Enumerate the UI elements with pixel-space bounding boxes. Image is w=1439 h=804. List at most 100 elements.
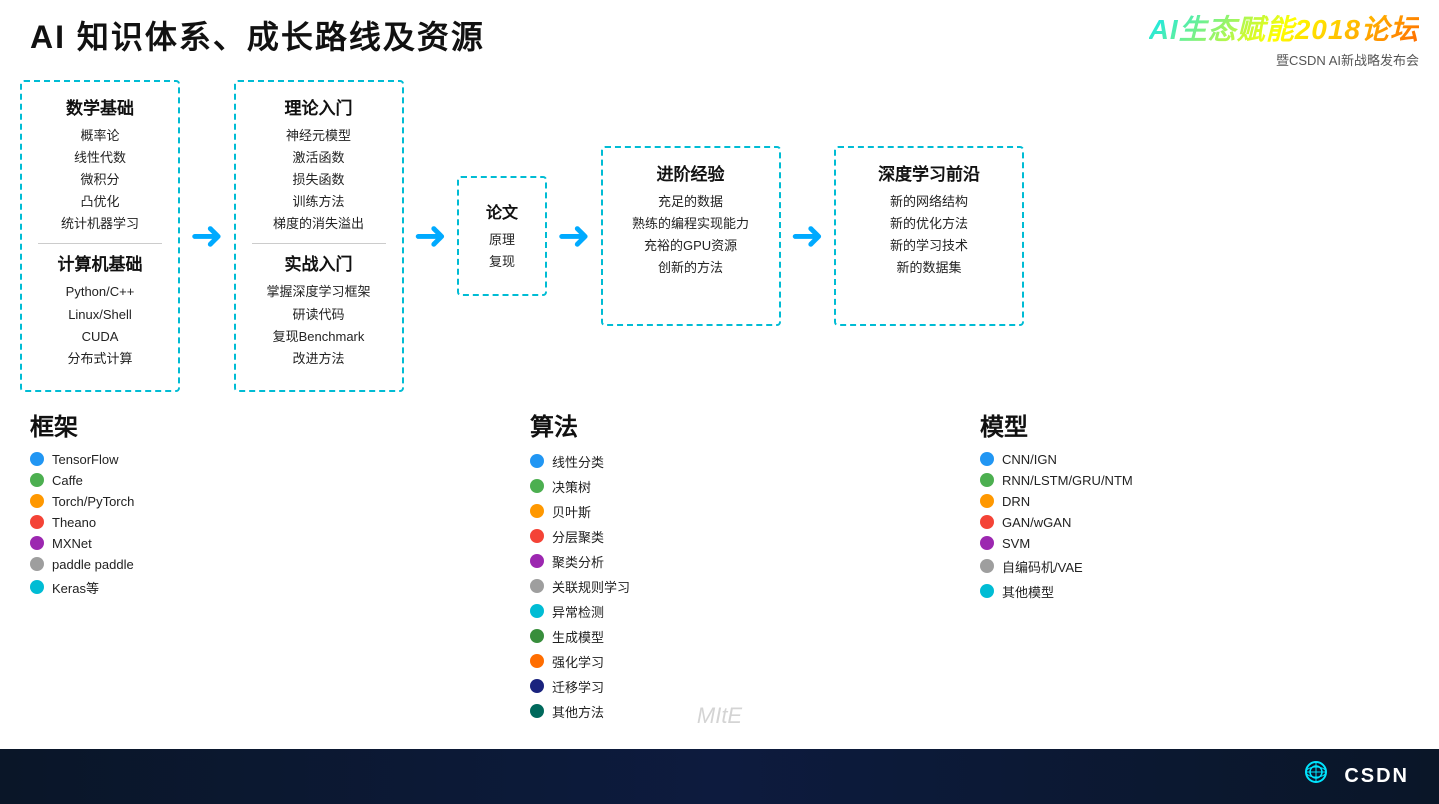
framework-dot (30, 557, 44, 571)
algorithm-dot (530, 704, 544, 718)
model-dot (980, 559, 994, 573)
algorithm-label: 贝叶斯 (552, 502, 591, 521)
arrow2: ➜ (414, 213, 448, 259)
algorithm-label: 其他方法 (552, 702, 604, 721)
brand-title: AI生态赋能2018论坛 (1149, 8, 1419, 48)
framework-column: 框架 TensorFlowCaffeTorch/PyTorchTheanoMXN… (20, 407, 320, 603)
framework-dot (30, 536, 44, 550)
box1-divider (38, 243, 162, 244)
algorithm-dot (530, 679, 544, 693)
brand-subtitle: 暨CSDN AI新战略发布会 (1149, 50, 1419, 69)
framework-item: MXNet (30, 536, 134, 551)
algorithm-item: 线性分类 (530, 452, 630, 471)
csdn-text: CSDN (1344, 765, 1409, 788)
framework-label: Caffe (52, 473, 83, 488)
model-dot (980, 536, 994, 550)
framework-label: Keras等 (52, 578, 99, 597)
model-item: 自编码机/VAE (980, 557, 1133, 576)
model-title: 模型 (980, 407, 1028, 442)
algorithm-item: 异常检测 (530, 602, 630, 621)
page-title: AI 知识体系、成长路线及资源 (30, 12, 485, 58)
theory-box: 理论入门 神经元模型 激活函数 损失函数 训练方法 梯度的消失溢出 实战入门 掌… (234, 80, 404, 392)
advanced-items: 充足的数据 熟练的编程实现能力 充裕的GPU资源 创新的方法 (619, 191, 763, 279)
algorithm-dot (530, 479, 544, 493)
algorithm-item: 关联规则学习 (530, 577, 630, 596)
algorithm-item: 迁移学习 (530, 677, 630, 696)
algorithm-item: 贝叶斯 (530, 502, 630, 521)
csdn-logo: CSDN (1296, 757, 1409, 797)
framework-dot (30, 494, 44, 508)
algorithm-dot (530, 654, 544, 668)
arrow4: ➜ (791, 213, 825, 259)
advanced-box: 进阶经验 充足的数据 熟练的编程实现能力 充裕的GPU资源 创新的方法 (601, 146, 781, 326)
algorithm-dot (530, 579, 544, 593)
arrow3: ➜ (557, 213, 591, 259)
theory-title: 理论入门 (252, 94, 386, 119)
model-label: 其他模型 (1002, 582, 1054, 601)
framework-dot (30, 473, 44, 487)
algorithm-label: 线性分类 (552, 452, 604, 471)
paper-title: 论文 (486, 199, 518, 223)
framework-item: Torch/PyTorch (30, 494, 134, 509)
math-title: 数学基础 (38, 94, 162, 119)
model-dot (980, 473, 994, 487)
model-column: 模型 CNN/IGNRNN/LSTM/GRU/NTMDRNGAN/wGANSVM… (970, 407, 1270, 607)
algorithm-item: 聚类分析 (530, 552, 630, 571)
framework-item: paddle paddle (30, 557, 134, 572)
framework-item: Theano (30, 515, 134, 530)
algorithm-item: 其他方法 (530, 702, 630, 721)
framework-label: Torch/PyTorch (52, 494, 134, 509)
algorithm-title: 算法 (530, 407, 578, 442)
brand-area: AI生态赋能2018论坛 暨CSDN AI新战略发布会 (1149, 8, 1419, 69)
model-dot (980, 494, 994, 508)
mite-watermark: MItE (697, 703, 742, 729)
paper-box: 论文 原理 复现 (457, 176, 547, 296)
model-label: CNN/IGN (1002, 452, 1057, 467)
model-item: RNN/LSTM/GRU/NTM (980, 473, 1133, 488)
algorithm-label: 关联规则学习 (552, 577, 630, 596)
algorithm-dot (530, 529, 544, 543)
framework-dot (30, 515, 44, 529)
framework-item: TensorFlow (30, 452, 134, 467)
algorithm-dot (530, 604, 544, 618)
model-item: CNN/IGN (980, 452, 1133, 467)
practice-section: 实战入门 掌握深度学习框架 研读代码 复现Benchmark 改进方法 (252, 250, 386, 369)
math-items: 概率论 线性代数 微积分 凸优化 统计机器学习 (38, 125, 162, 235)
algorithm-label: 生成模型 (552, 627, 604, 646)
model-list: CNN/IGNRNN/LSTM/GRU/NTMDRNGAN/wGANSVM自编码… (980, 452, 1133, 607)
model-item: DRN (980, 494, 1133, 509)
framework-label: TensorFlow (52, 452, 118, 467)
main-content: 数学基础 概率论 线性代数 微积分 凸优化 统计机器学习 计算机基础 Pytho… (0, 70, 1439, 744)
practice-title: 实战入门 (252, 250, 386, 275)
cs-title: 计算机基础 (38, 250, 162, 275)
advanced-title: 进阶经验 (619, 160, 763, 185)
frontier-items: 新的网络结构 新的优化方法 新的学习技术 新的数据集 (852, 191, 1006, 279)
flow-section: 数学基础 概率论 线性代数 微积分 凸优化 统计机器学习 计算机基础 Pytho… (20, 80, 1419, 392)
framework-label: Theano (52, 515, 96, 530)
algorithm-column: 算法 线性分类决策树贝叶斯分层聚类聚类分析关联规则学习异常检测生成模型强化学习迁… (520, 407, 770, 727)
practice-items: 掌握深度学习框架 研读代码 复现Benchmark 改进方法 (252, 281, 386, 369)
frontier-box: 深度学习前沿 新的网络结构 新的优化方法 新的学习技术 新的数据集 (834, 146, 1024, 326)
algorithm-label: 决策树 (552, 477, 591, 496)
algorithm-item: 分层聚类 (530, 527, 630, 546)
framework-list: TensorFlow Caffe Torch/PyTorch Theano MXNet p… (30, 452, 134, 603)
csdn-icon (1296, 757, 1336, 797)
theory-items: 神经元模型 激活函数 损失函数 训练方法 梯度的消失溢出 (252, 125, 386, 235)
algorithm-dot (530, 454, 544, 468)
model-label: DRN (1002, 494, 1030, 509)
model-label: RNN/LSTM/GRU/NTM (1002, 473, 1133, 488)
foundations-box: 数学基础 概率论 线性代数 微积分 凸优化 统计机器学习 计算机基础 Pytho… (20, 80, 180, 392)
algorithm-item: 决策树 (530, 477, 630, 496)
arrow1: ➜ (190, 213, 224, 259)
model-item: SVM (980, 536, 1133, 551)
algorithm-list: 线性分类决策树贝叶斯分层聚类聚类分析关联规则学习异常检测生成模型强化学习迁移学习… (530, 452, 630, 727)
model-label: SVM (1002, 536, 1030, 551)
algorithm-label: 分层聚类 (552, 527, 604, 546)
theory-section: 理论入门 神经元模型 激活函数 损失函数 训练方法 梯度的消失溢出 (252, 94, 386, 235)
algorithm-label: 强化学习 (552, 652, 604, 671)
algorithm-item: 生成模型 (530, 627, 630, 646)
model-dot (980, 584, 994, 598)
algorithm-item: 强化学习 (530, 652, 630, 671)
model-dot (980, 452, 994, 466)
frontier-title: 深度学习前沿 (852, 160, 1006, 185)
